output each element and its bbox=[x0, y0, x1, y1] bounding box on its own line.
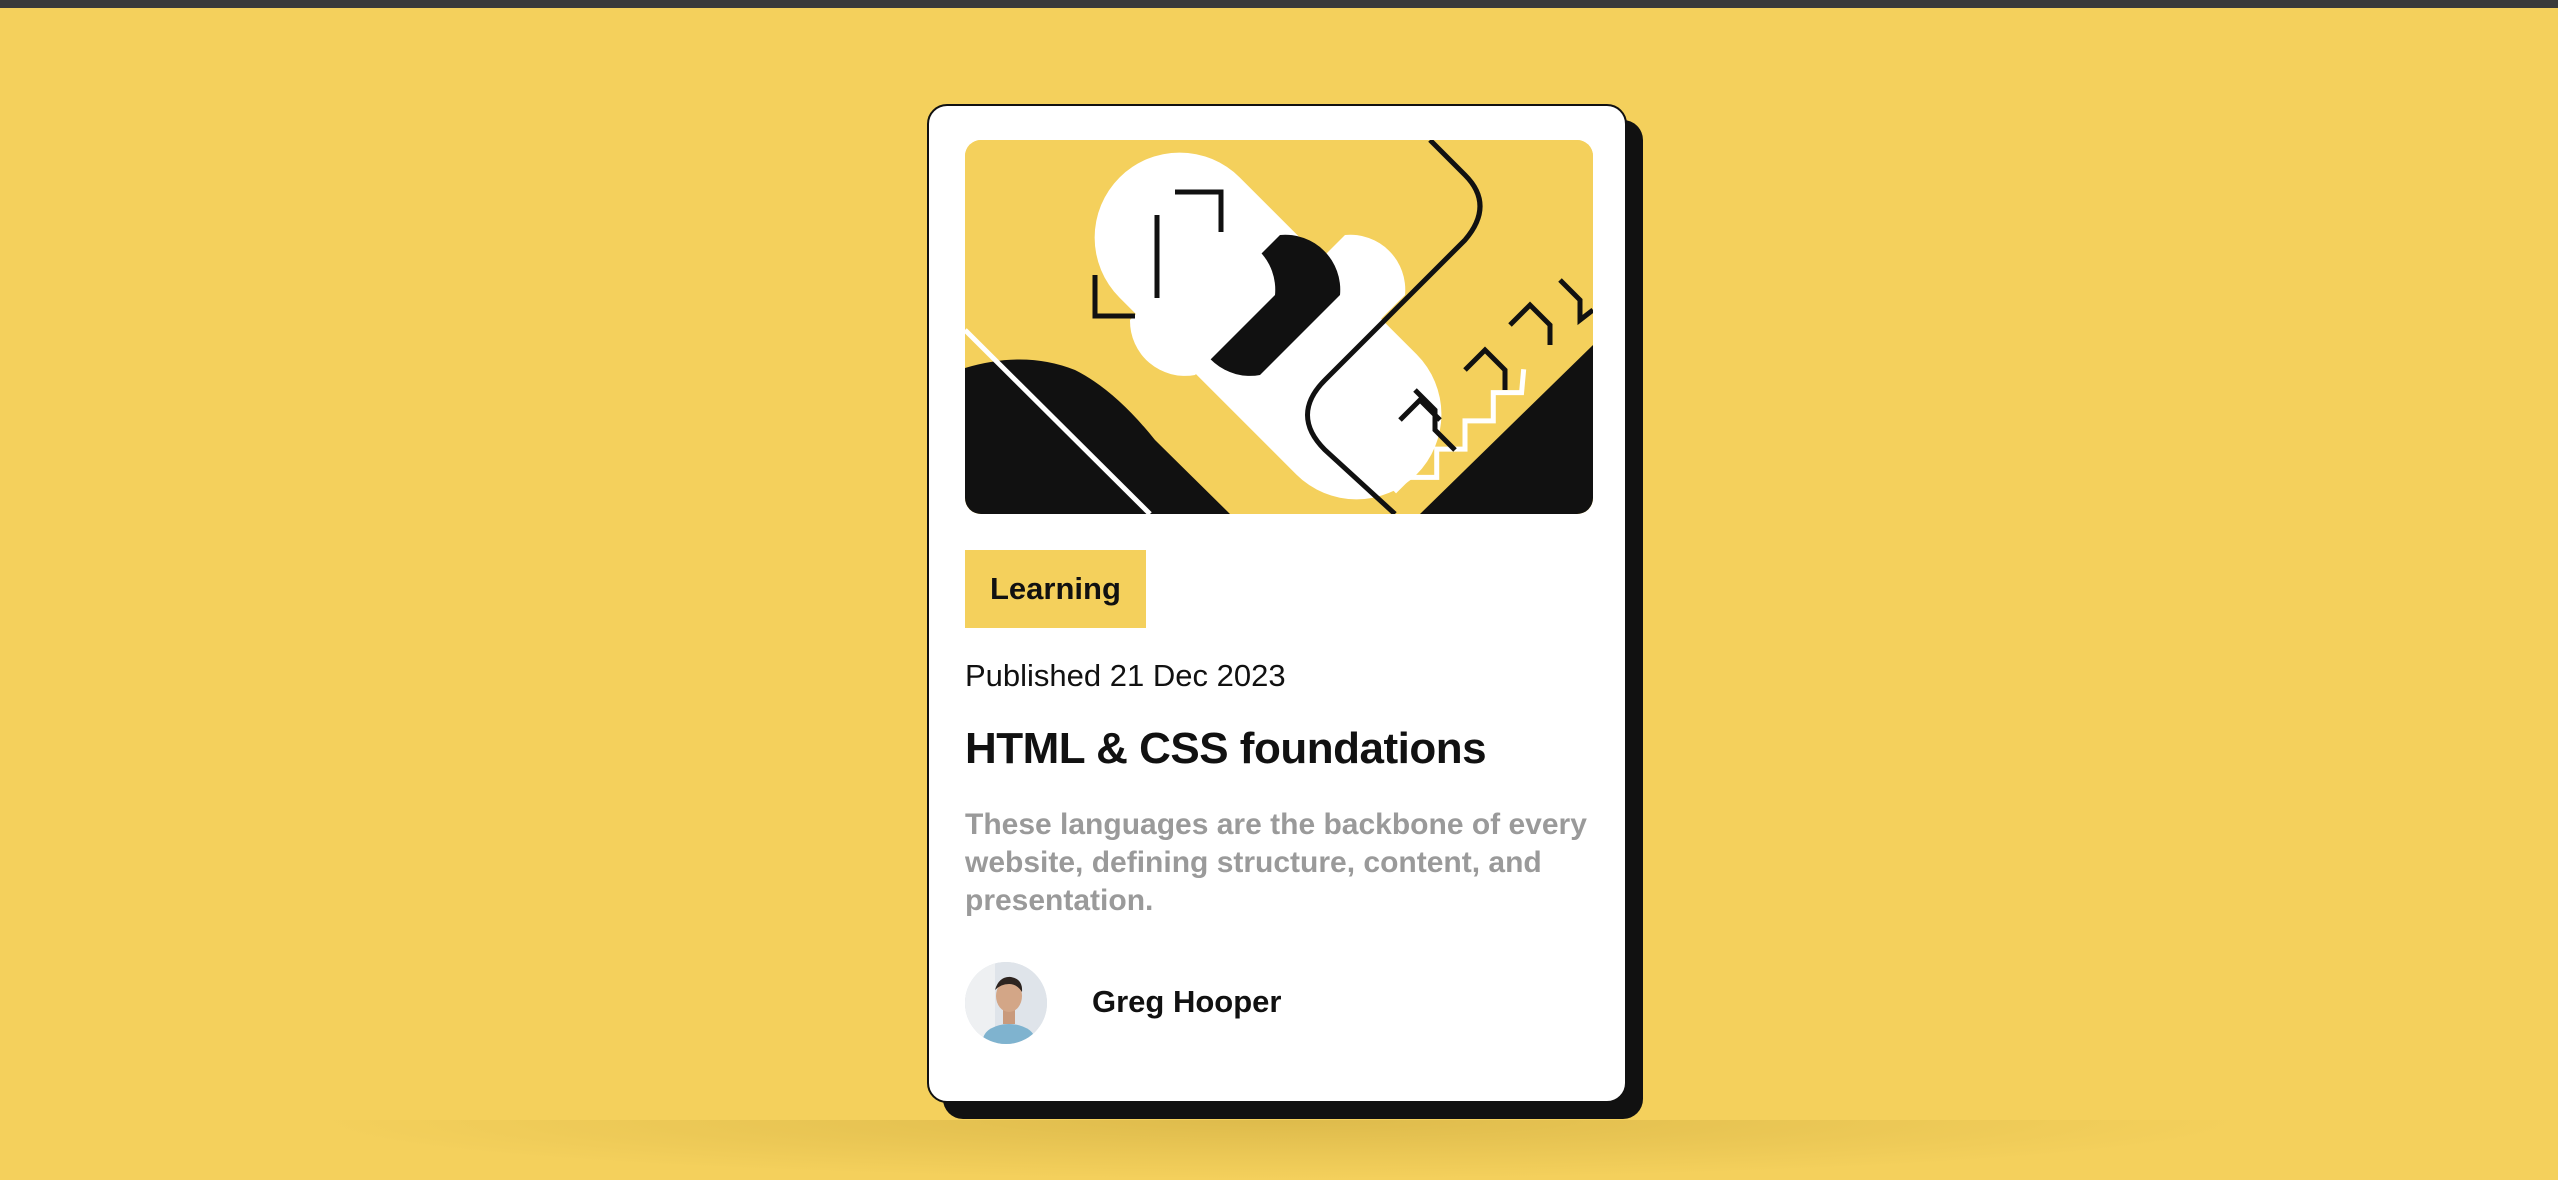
background-shadow bbox=[300, 1120, 2260, 1180]
window-top-bar bbox=[0, 0, 2558, 8]
published-date: Published 21 Dec 2023 bbox=[965, 658, 1286, 693]
hero-illustration bbox=[965, 140, 1593, 514]
blog-preview-card: Learning Published 21 Dec 2023 HTML & CS… bbox=[927, 104, 1627, 1103]
author-name: Greg Hooper bbox=[1092, 984, 1282, 1019]
author-avatar bbox=[965, 962, 1047, 1044]
card-description: These languages are the backbone of ever… bbox=[965, 808, 1587, 917]
card-title[interactable]: HTML & CSS foundations bbox=[965, 724, 1487, 774]
category-tag[interactable]: Learning bbox=[965, 550, 1146, 628]
